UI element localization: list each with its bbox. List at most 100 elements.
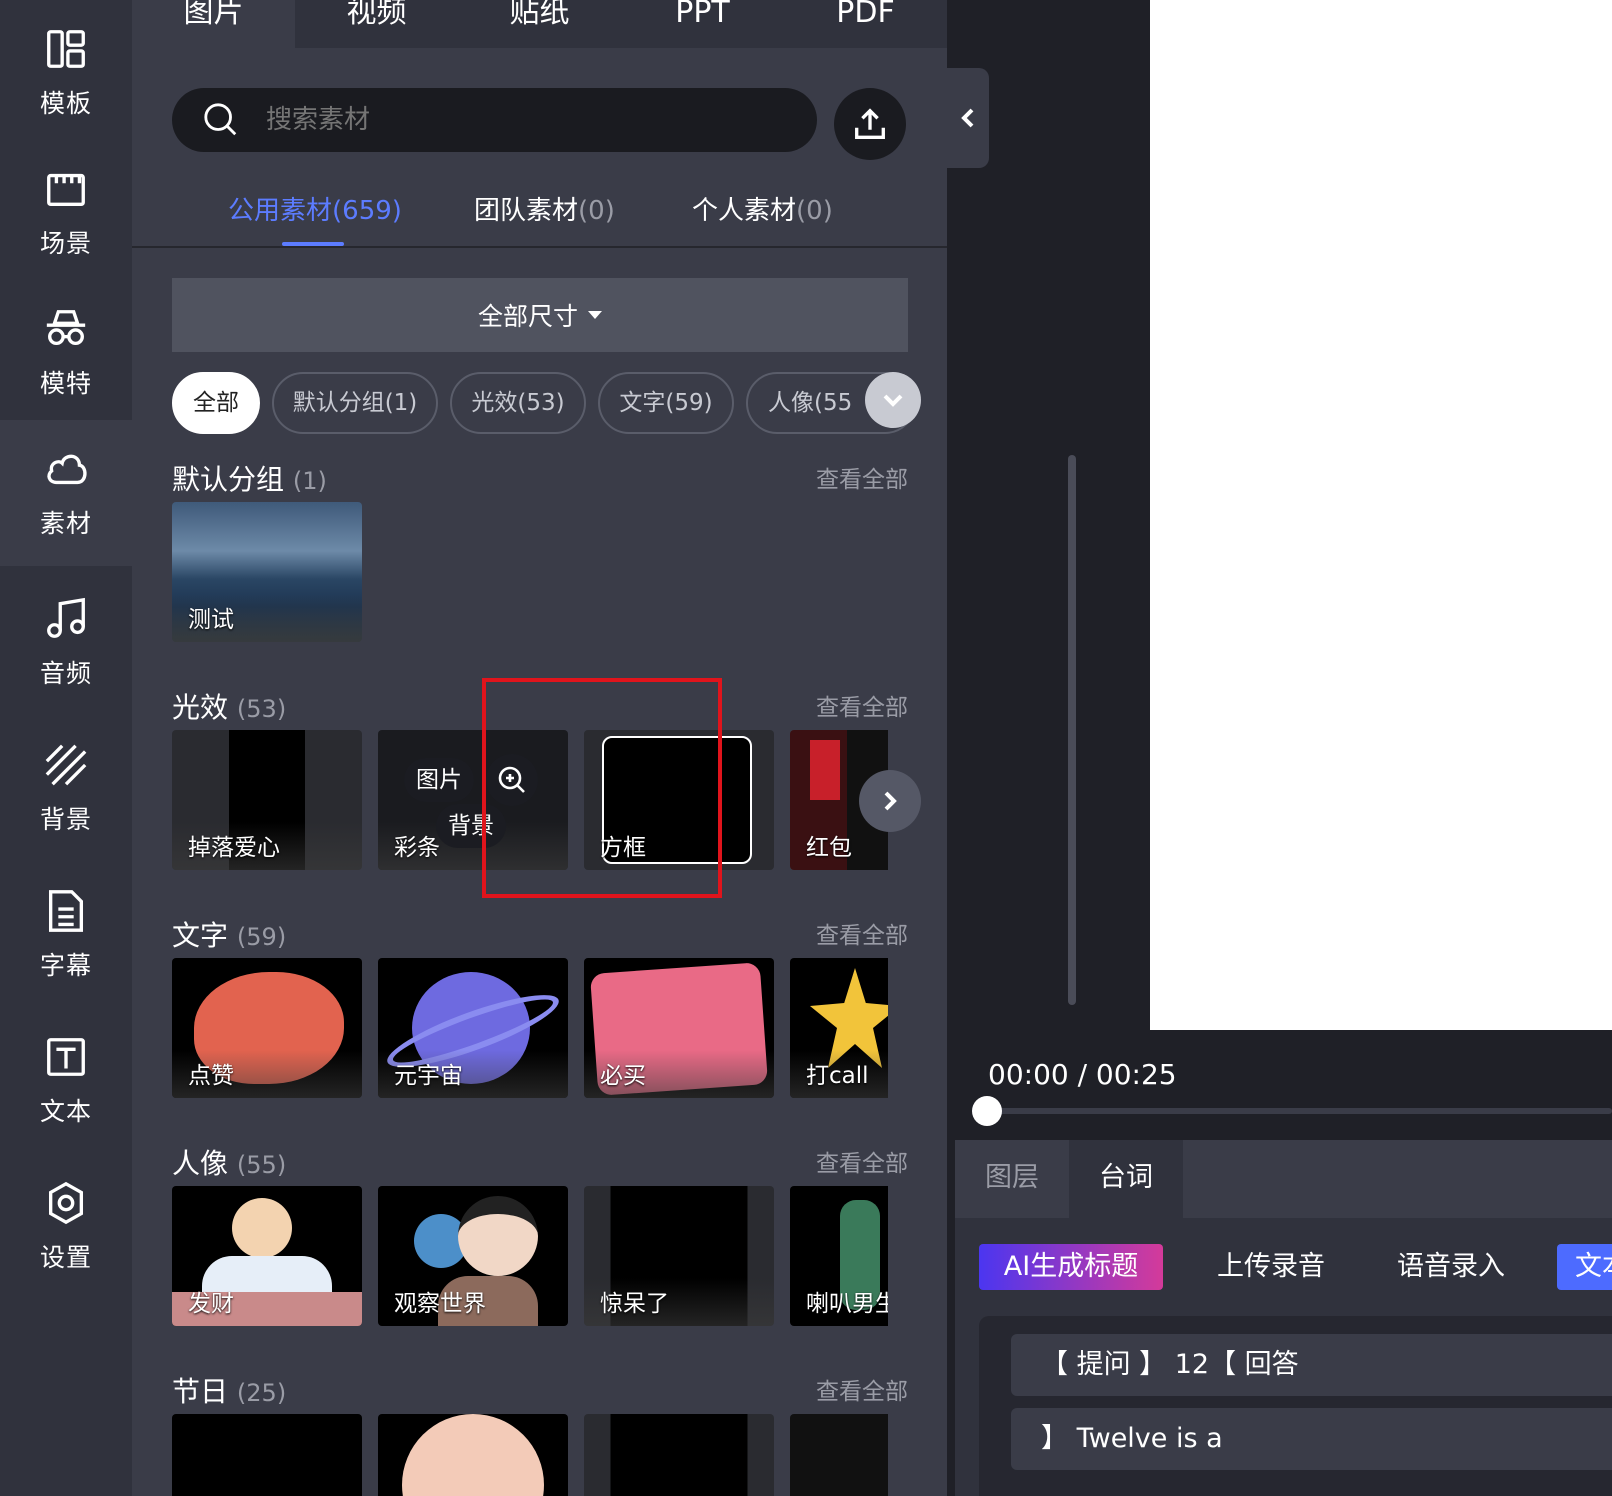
tab-public-material[interactable]: 公用素材(659) — [228, 190, 402, 227]
sidebar-item-label: 字幕 — [39, 951, 92, 980]
tab-pdf[interactable]: PDF — [784, 0, 947, 48]
active-tab-indicator — [282, 242, 344, 246]
tab-personal-material[interactable]: 个人素材(0) — [692, 190, 833, 227]
tab-label: 团队素材 — [474, 196, 579, 226]
material-tile[interactable]: 发财 — [172, 1186, 362, 1326]
playback-time: 00:00 / 00:25 — [988, 1058, 1177, 1091]
section-title: 默认分组 (1) — [172, 458, 327, 498]
material-tile[interactable]: 惊呆了 — [584, 1186, 774, 1326]
playback-progress-thumb[interactable] — [972, 1096, 1002, 1126]
section-title: 节日 (25) — [172, 1370, 286, 1410]
section-header: 节日 (25) 查看全部 — [172, 1370, 908, 1410]
playback-progress-bar[interactable] — [986, 1108, 1612, 1114]
material-tile[interactable]: 打call — [790, 958, 888, 1098]
material-tile[interactable] — [790, 1414, 888, 1496]
sidebar-item-template[interactable]: 模板 — [0, 0, 132, 146]
material-tile[interactable]: 喇叭男生 — [790, 1186, 888, 1326]
tile-label: 发财 — [188, 1291, 234, 1317]
size-filter-label: 全部尺寸 — [477, 302, 578, 331]
script-line[interactable]: 【 提问 】 12【 回答 — [1011, 1334, 1612, 1396]
sidebar-item-audio[interactable]: 音频 — [0, 570, 132, 716]
view-all-link[interactable]: 查看全部 — [816, 688, 908, 722]
expand-chips-button[interactable] — [865, 372, 921, 428]
chip-text[interactable]: 文字(59) — [598, 372, 734, 434]
tab-sticker[interactable]: 贴纸 — [458, 0, 621, 48]
cloud-icon — [47, 454, 87, 485]
bottom-tabs: 图层 台词 — [955, 1140, 1612, 1218]
tab-ppt[interactable]: PPT — [621, 0, 784, 48]
material-tile[interactable]: 观察世界 — [378, 1186, 568, 1326]
sidebar-item-material[interactable]: 素材 — [0, 420, 132, 566]
tile-label: 打call — [806, 1063, 869, 1089]
sidebar-item-text[interactable]: 文本 — [0, 1008, 132, 1154]
script-line[interactable]: 】 Twelve is a — [1011, 1408, 1612, 1470]
panel-scrollbar[interactable] — [1068, 455, 1076, 1005]
material-tile[interactable]: 点赞 — [172, 958, 362, 1098]
section-title-text: 文字 — [172, 919, 229, 952]
view-all-link[interactable]: 查看全部 — [816, 1372, 908, 1406]
tab-script[interactable]: 台词 — [1069, 1140, 1183, 1218]
chip-default-group[interactable]: 默认分组(1) — [272, 372, 438, 434]
festival-graphic — [402, 1414, 544, 1496]
chip-light-effect[interactable]: 光效(53) — [450, 372, 586, 434]
sidebar-item-label: 模板 — [39, 89, 92, 118]
preview-canvas[interactable] — [1150, 0, 1612, 1030]
source-tabs: 公用素材(659) 团队素材(0) 个人素材(0) — [132, 180, 947, 248]
tile-label: 观察世界 — [394, 1291, 486, 1317]
sidebar-item-model[interactable]: 模特 — [0, 280, 132, 426]
section-header: 人像 (55) 查看全部 — [172, 1142, 908, 1182]
sidebar-item-subtitle[interactable]: 字幕 — [0, 862, 132, 1008]
sidebar-item-label: 文本 — [39, 1097, 92, 1126]
sidebar-item-label: 素材 — [39, 509, 92, 538]
tag-image[interactable]: 图片 — [404, 758, 474, 802]
upload-icon — [855, 108, 885, 139]
ai-generate-title-button[interactable]: AI生成标题 — [979, 1244, 1163, 1290]
material-tile[interactable] — [584, 1414, 774, 1496]
material-tile[interactable]: 必买 — [584, 958, 774, 1098]
upload-recording-button[interactable]: 上传录音 — [1217, 1244, 1325, 1290]
voice-input-button[interactable]: 语音录入 — [1397, 1244, 1505, 1290]
search-input[interactable] — [266, 105, 746, 135]
view-all-link[interactable]: 查看全部 — [816, 916, 908, 950]
view-all-link[interactable]: 查看全部 — [816, 1144, 908, 1178]
tile-label: 点赞 — [188, 1063, 234, 1089]
section-title: 文字 (59) — [172, 914, 286, 954]
tab-team-material[interactable]: 团队素材(0) — [474, 190, 615, 227]
material-tile[interactable]: 元宇宙 — [378, 958, 568, 1098]
sidebar-item-settings[interactable]: 设置 — [0, 1154, 132, 1300]
size-filter-dropdown[interactable]: 全部尺寸 — [172, 278, 908, 352]
sidebar-item-background[interactable]: 背景 — [0, 716, 132, 862]
material-tile[interactable]: 测试 — [172, 502, 362, 642]
sidebar-item-scene[interactable]: 场景 — [0, 140, 132, 286]
text-input-button[interactable]: 文本 — [1557, 1244, 1612, 1290]
script-actions: AI生成标题 上传录音 语音录入 文本 — [955, 1240, 1612, 1290]
section-title-text: 光效 — [172, 691, 229, 724]
tab-label: 个人素材 — [692, 196, 797, 226]
tab-image[interactable]: 图片 — [132, 0, 295, 48]
clapper-icon — [47, 173, 85, 207]
tab-layers[interactable]: 图层 — [955, 1140, 1069, 1218]
layout-icon — [47, 30, 85, 68]
tile-label: 喇叭男生 — [806, 1291, 888, 1317]
section-title-text: 默认分组 — [172, 463, 285, 496]
upload-button[interactable] — [834, 88, 906, 160]
tile-label: 必买 — [600, 1063, 646, 1089]
gear-icon — [48, 1181, 84, 1225]
media-type-tabs: 图片 视频 贴纸 PPT PDF — [132, 0, 947, 48]
stripes-icon — [45, 744, 87, 786]
document-icon — [48, 890, 84, 932]
section-count: (55) — [236, 1151, 287, 1179]
material-tile[interactable]: 掉落爱心 — [172, 730, 362, 870]
section-title: 光效 (53) — [172, 686, 286, 726]
row-next-button[interactable] — [859, 770, 921, 832]
material-tile[interactable] — [378, 1414, 568, 1496]
tile-label: 测试 — [188, 607, 234, 633]
tab-video[interactable]: 视频 — [295, 0, 458, 48]
material-tile[interactable] — [172, 1414, 362, 1496]
bottom-panel: 图层 台词 AI生成标题 上传录音 语音录入 文本 【 提问 】 12【 回答 … — [955, 1140, 1612, 1496]
chip-all[interactable]: 全部 — [172, 372, 260, 434]
collapse-panel-button[interactable] — [947, 68, 989, 168]
script-lines: 【 提问 】 12【 回答 】 Twelve is a — [979, 1316, 1612, 1496]
chevron-right-icon — [884, 791, 897, 811]
view-all-link[interactable]: 查看全部 — [816, 460, 908, 494]
